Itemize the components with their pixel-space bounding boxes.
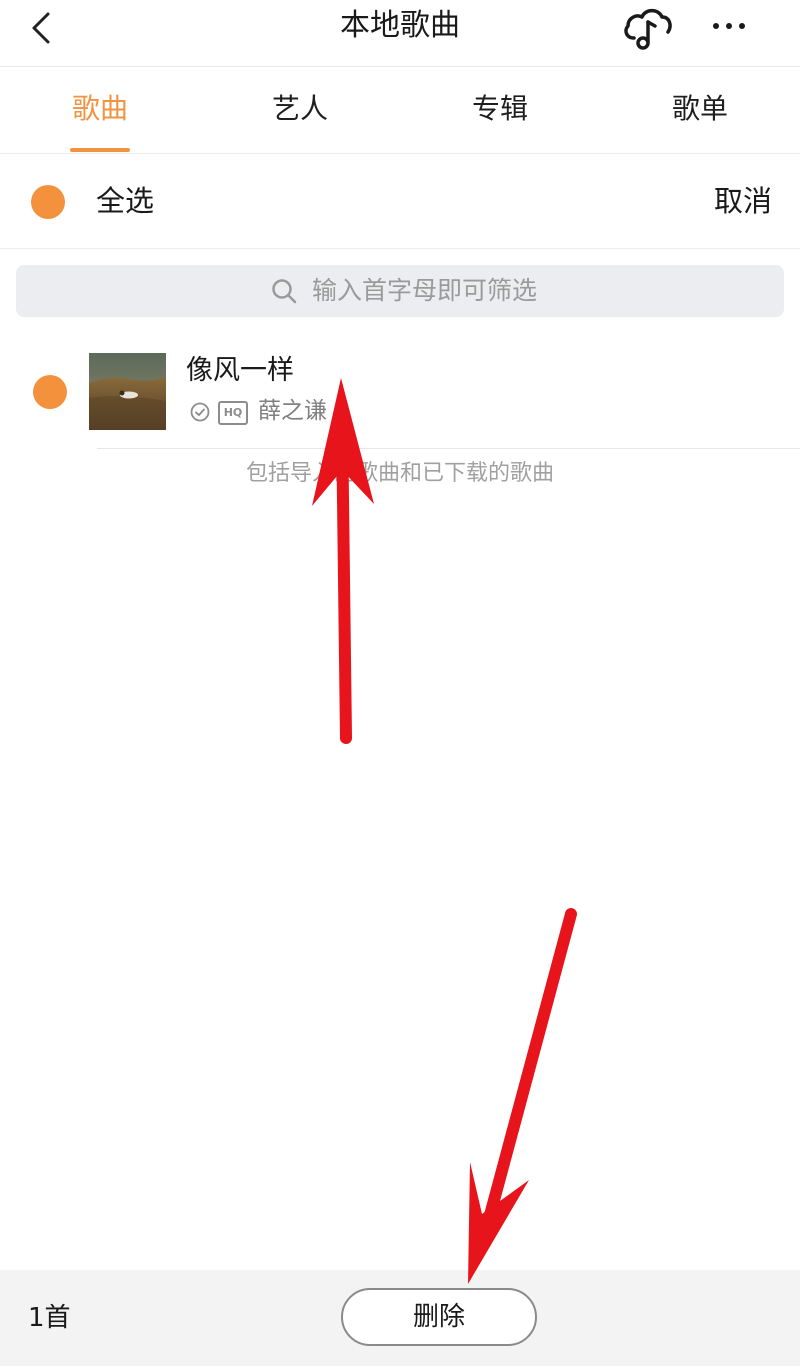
cloud-music-button[interactable]	[620, 2, 674, 52]
album-cover-image	[89, 353, 166, 430]
active-tab-indicator	[70, 148, 130, 152]
category-tabs: 歌曲 艺人 专辑 歌单	[0, 67, 800, 154]
row-divider	[97, 448, 800, 449]
selected-count: 1首	[28, 1303, 71, 1333]
select-all-checkbox[interactable]	[31, 185, 65, 219]
cancel-button[interactable]: 取消	[714, 181, 772, 221]
hq-badge: HQ	[218, 401, 248, 425]
search-placeholder: 输入首字母即可筛选	[312, 276, 538, 305]
song-select-checkbox[interactable]	[33, 375, 67, 409]
selection-bar: 全选 取消	[0, 154, 800, 249]
nav-header: 本地歌曲	[0, 0, 800, 67]
tab-artists[interactable]: 艺人	[240, 89, 360, 129]
tab-albums[interactable]: 专辑	[440, 89, 560, 129]
song-title: 像风一样	[186, 355, 294, 386]
tab-songs[interactable]: 歌曲	[40, 89, 160, 129]
more-horizontal-icon	[713, 23, 745, 29]
local-songs-screen: 本地歌曲 歌曲 艺人 专辑 歌单 全选 取消 输入首字母即可筛选 像风一样 HQ…	[0, 0, 800, 1366]
delete-button[interactable]: 删除	[341, 1288, 537, 1346]
downloaded-check-icon	[190, 402, 210, 422]
list-footnote: 包括导入的歌曲和已下载的歌曲	[245, 461, 554, 486]
page-title: 本地歌曲	[340, 8, 460, 43]
annotation-arrow-down	[468, 908, 577, 1284]
song-artist: 薛之谦	[258, 398, 327, 424]
tab-playlists[interactable]: 歌单	[640, 89, 760, 129]
cloud-music-icon	[624, 8, 672, 50]
more-button[interactable]	[704, 8, 754, 44]
search-icon	[272, 279, 297, 304]
filter-search-input[interactable]: 输入首字母即可筛选	[16, 265, 784, 317]
bottom-action-bar: 1首 删除	[0, 1270, 800, 1366]
song-list-item[interactable]: 像风一样 HQ 薛之谦	[0, 340, 800, 450]
select-all-label[interactable]: 全选	[96, 181, 154, 221]
